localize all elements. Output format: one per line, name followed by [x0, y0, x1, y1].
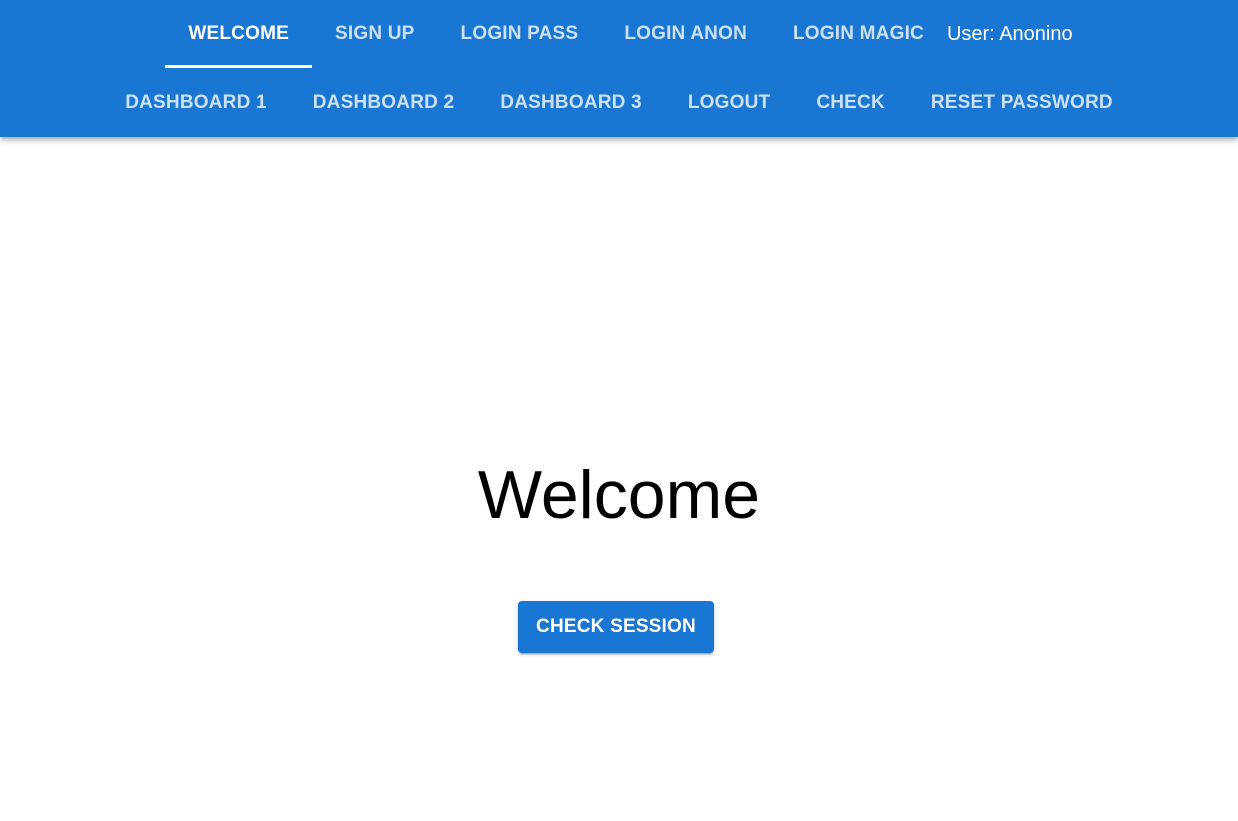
tab-dashboard-1[interactable]: DASHBOARD 1 — [102, 68, 290, 137]
nav-row-primary: WELCOME SIGN UP LOGIN PASS LOGIN ANON LO… — [0, 0, 1238, 68]
page-title: Welcome — [477, 457, 761, 533]
tab-login-pass[interactable]: LOGIN PASS — [438, 0, 602, 68]
tab-logout[interactable]: LOGOUT — [665, 68, 793, 137]
tab-check[interactable]: CHECK — [793, 68, 908, 137]
nav-row-secondary: DASHBOARD 1 DASHBOARD 2 DASHBOARD 3 LOGO… — [0, 68, 1238, 137]
tab-dashboard-3[interactable]: DASHBOARD 3 — [477, 68, 665, 137]
tab-sign-up[interactable]: SIGN UP — [312, 0, 438, 68]
tab-reset-password[interactable]: RESET PASSWORD — [908, 68, 1136, 137]
tab-welcome[interactable]: WELCOME — [165, 0, 312, 68]
main-content: Welcome CHECK SESSION — [0, 137, 1238, 821]
check-session-button[interactable]: CHECK SESSION — [518, 601, 714, 653]
user-label: User: Anonino — [946, 22, 1073, 45]
tab-login-anon[interactable]: LOGIN ANON — [601, 0, 770, 68]
tab-dashboard-2[interactable]: DASHBOARD 2 — [290, 68, 478, 137]
app-bar: WELCOME SIGN UP LOGIN PASS LOGIN ANON LO… — [0, 0, 1238, 137]
tab-login-magic[interactable]: LOGIN MAGIC — [770, 0, 947, 68]
